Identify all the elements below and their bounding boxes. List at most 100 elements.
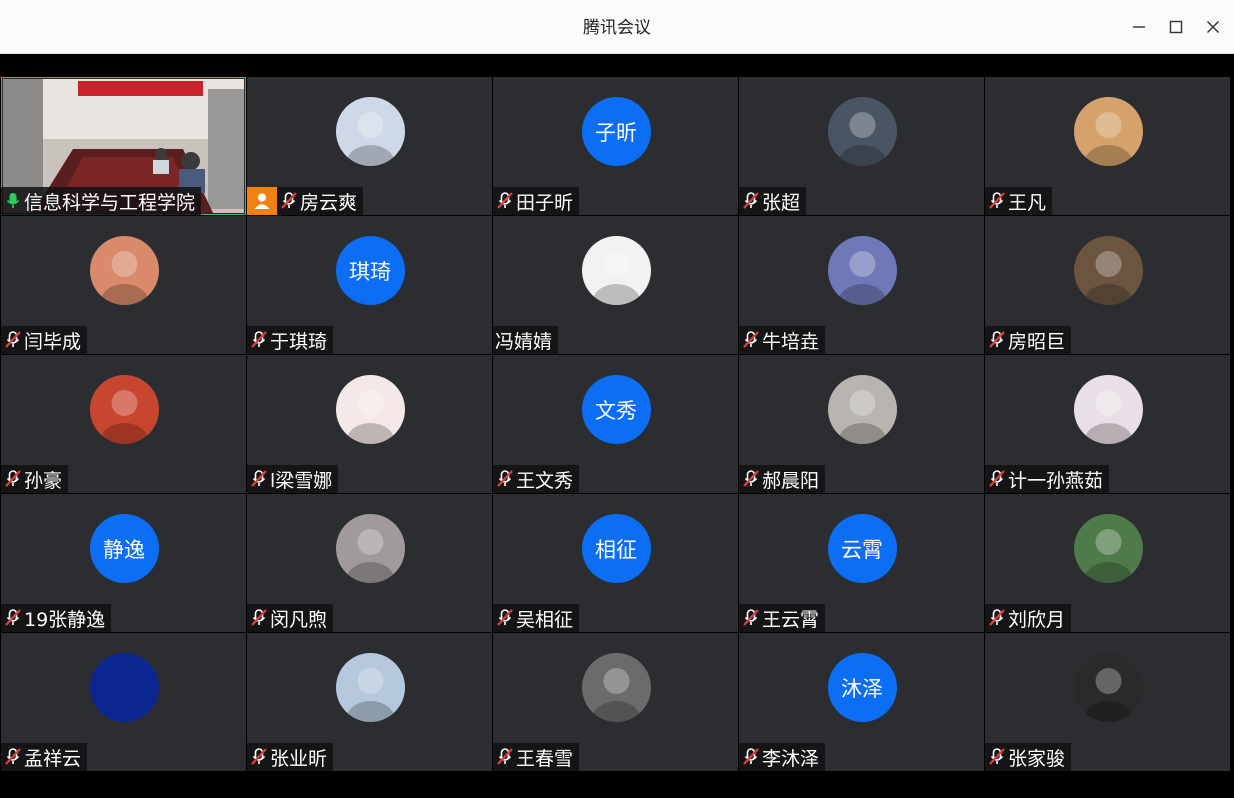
participant-name: 张家骏 xyxy=(1008,747,1066,770)
minimize-button[interactable] xyxy=(1126,14,1152,40)
participant-name: l梁雪娜 xyxy=(270,469,333,492)
name-label-bar: 吴相征 xyxy=(493,604,580,632)
participant-name: 王文秀 xyxy=(516,469,574,492)
mic-muted-icon xyxy=(743,192,759,209)
participant-tile[interactable]: 孙豪 xyxy=(1,355,246,493)
mic-muted-icon xyxy=(743,470,759,487)
participant-tile[interactable]: 张家骏 xyxy=(985,633,1230,771)
avatar xyxy=(1073,653,1143,722)
name-label-bar: 李沐泽 xyxy=(739,743,826,771)
mic-muted-icon xyxy=(989,470,1005,487)
name-label-bar: 田子昕 xyxy=(493,187,580,215)
close-button[interactable] xyxy=(1200,14,1226,40)
participant-name: 李沐泽 xyxy=(762,747,820,770)
avatar-initials: 琪琦 xyxy=(335,236,405,305)
mic-muted-icon xyxy=(743,748,759,765)
participant-name: 冯婧婧 xyxy=(495,330,553,353)
mic-muted-icon xyxy=(5,609,21,626)
name-label-bar: 计一孙燕茹 xyxy=(985,465,1110,493)
participant-tile[interactable]: 房云爽 xyxy=(247,77,492,215)
participant-tile[interactable]: 刘欣月 xyxy=(985,494,1230,632)
participant-tile[interactable]: 冯婧婧 xyxy=(493,216,738,354)
mic-muted-icon xyxy=(5,331,21,348)
participant-tile[interactable]: 闫毕成 xyxy=(1,216,246,354)
meeting-stage: 信息科学与工程学院 房云爽 子昕 田子昕 张超 王凡 闫毕成 琪琦 于琪琦 冯婧婧 牛培垚 房昭巨 孙豪… xyxy=(0,54,1234,798)
avatar xyxy=(1073,97,1143,166)
avatar xyxy=(1073,514,1143,583)
avatar xyxy=(335,653,405,722)
participant-name: 郝晨阳 xyxy=(762,469,820,492)
mic-muted-icon xyxy=(5,470,21,487)
participant-tile[interactable]: 张超 xyxy=(739,77,984,215)
name-label-bar: 王云霄 xyxy=(739,604,826,632)
mic-muted-icon xyxy=(497,748,513,765)
mic-muted-icon xyxy=(251,470,267,487)
name-label-bar: 19张静逸 xyxy=(1,604,112,632)
avatar-initials: 子昕 xyxy=(581,97,651,166)
participant-name: 19张静逸 xyxy=(24,608,106,631)
participant-tile[interactable]: 相征吴相征 xyxy=(493,494,738,632)
avatar xyxy=(827,236,897,305)
participant-tile[interactable]: 琪琦 于琪琦 xyxy=(247,216,492,354)
name-label-bar: 冯婧婧 xyxy=(493,326,559,354)
mic-muted-icon xyxy=(989,609,1005,626)
participant-name: 孟祥云 xyxy=(24,747,82,770)
participant-tile[interactable]: 沐泽李沐泽 xyxy=(739,633,984,771)
participant-name: 牛培垚 xyxy=(762,330,820,353)
participant-name: 闵凡煦 xyxy=(270,608,328,631)
mic-muted-icon xyxy=(989,192,1005,209)
avatar xyxy=(89,653,159,722)
avatar xyxy=(335,375,405,444)
participant-tile[interactable]: l梁雪娜 xyxy=(247,355,492,493)
participant-tile[interactable]: 房昭巨 xyxy=(985,216,1230,354)
name-label-bar: 牛培垚 xyxy=(739,326,826,354)
mic-muted-icon xyxy=(743,331,759,348)
participant-name: 房昭巨 xyxy=(1008,330,1066,353)
participant-name: 闫毕成 xyxy=(24,330,82,353)
participant-tile[interactable]: 张业昕 xyxy=(247,633,492,771)
participant-name: 信息科学与工程学院 xyxy=(24,191,196,214)
avatar xyxy=(89,375,159,444)
mic-muted-icon xyxy=(989,748,1005,765)
mic-muted-icon xyxy=(251,748,267,765)
participant-tile[interactable]: 闵凡煦 xyxy=(247,494,492,632)
name-label-bar: 于琪琦 xyxy=(247,326,334,354)
name-label-bar: 闫毕成 xyxy=(1,326,88,354)
participant-tile[interactable]: 孟祥云 xyxy=(1,633,246,771)
mic-muted-icon xyxy=(251,331,267,348)
avatar xyxy=(827,375,897,444)
host-icon xyxy=(254,193,270,209)
participant-tile[interactable]: 云霄 王云霄 xyxy=(739,494,984,632)
avatar xyxy=(335,97,405,166)
participant-tile[interactable]: 文秀 王文秀 xyxy=(493,355,738,493)
participant-name: 吴相征 xyxy=(516,608,574,631)
participant-tile[interactable]: 郝晨阳 xyxy=(739,355,984,493)
window-title: 腾讯会议 xyxy=(583,18,651,38)
participant-name: 刘欣月 xyxy=(1008,608,1066,631)
avatar xyxy=(1073,375,1143,444)
participant-name: 房云爽 xyxy=(300,191,358,214)
participant-tile[interactable]: 静逸 19张静逸 xyxy=(1,494,246,632)
participant-tile[interactable]: 子昕 田子昕 xyxy=(493,77,738,215)
avatar-initials: 相征 xyxy=(581,514,651,583)
avatar-initials: 沐泽 xyxy=(827,653,897,722)
avatar xyxy=(581,236,651,305)
participant-tile[interactable]: 王凡 xyxy=(985,77,1230,215)
name-label-bar: 张超 xyxy=(739,187,807,215)
name-label-bar: 王春雪 xyxy=(493,743,580,771)
participant-name: 王凡 xyxy=(1008,191,1047,214)
avatar xyxy=(89,236,159,305)
name-label-bar: 孟祥云 xyxy=(1,743,88,771)
participant-tile[interactable]: 王春雪 xyxy=(493,633,738,771)
mic-muted-icon xyxy=(251,609,267,626)
participant-tile[interactable]: 计一孙燕茹 xyxy=(985,355,1230,493)
mic-muted-icon xyxy=(497,470,513,487)
host-badge xyxy=(247,187,277,215)
mic-muted-icon xyxy=(497,192,513,209)
participant-tile[interactable]: 信息科学与工程学院 xyxy=(1,77,246,215)
name-label-bar: 房昭巨 xyxy=(985,326,1072,354)
participant-name: 王云霄 xyxy=(762,608,820,631)
participant-tile[interactable]: 牛培垚 xyxy=(739,216,984,354)
minimize-icon xyxy=(1133,26,1145,28)
maximize-button[interactable] xyxy=(1163,14,1189,40)
